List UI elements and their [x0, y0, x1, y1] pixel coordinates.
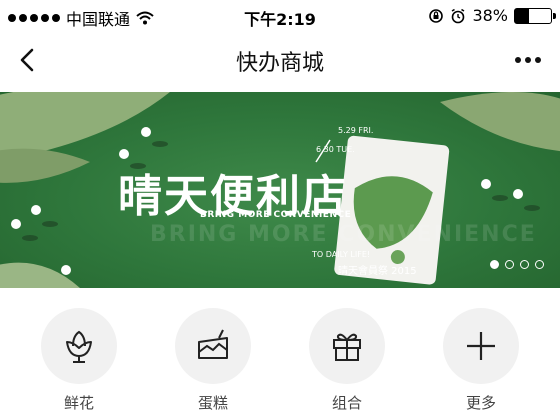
cake-icon [198, 329, 228, 359]
status-right: 38% [428, 6, 556, 25]
category-more-circle [443, 308, 519, 384]
flower-icon [66, 330, 92, 363]
banner-date-start: 5.29 FRI. [338, 126, 374, 135]
category-combos-circle [309, 308, 385, 384]
battery-icon [514, 7, 556, 24]
nav-bar: 快办商城 [0, 32, 560, 88]
carousel-dot[interactable] [520, 260, 529, 269]
category-more[interactable]: 更多 [436, 308, 526, 413]
category-cakes-circle [175, 308, 251, 384]
category-label: 更多 [465, 394, 496, 412]
category-label: 鲜花 [63, 394, 94, 412]
orientation-lock-icon [429, 8, 444, 23]
banner-tagline: TO DAILY LIFE! [312, 250, 371, 259]
more-dot [515, 57, 521, 63]
battery-percent: 38% [472, 6, 508, 25]
more-dot [525, 57, 531, 63]
more-button[interactable] [508, 42, 548, 78]
page-title: 快办商城 [235, 51, 324, 76]
category-flowers-circle [41, 308, 117, 384]
banner-event-name: 晴天會員祭 2015 [338, 266, 417, 277]
carousel-dot[interactable] [535, 260, 544, 269]
category-flowers[interactable]: 鲜花 [34, 308, 124, 413]
gift-icon [333, 333, 361, 361]
banner-subtitle-reflection: BRING MORE CONVENIENCE [150, 222, 537, 247]
carousel-dot[interactable] [505, 260, 514, 269]
alarm-icon [452, 8, 465, 23]
banner-subtitle: BRING MORE CONVENIENCE [200, 210, 352, 220]
battery-level [515, 8, 529, 23]
carousel-indicator[interactable] [490, 260, 544, 269]
more-dot [535, 57, 541, 63]
plus-icon [467, 332, 495, 360]
carousel-dot[interactable] [490, 260, 499, 269]
promo-banner[interactable]: 晴天便利店 BRING MORE CONVENIENCE BRING MORE … [0, 92, 560, 288]
category-cakes[interactable]: 蛋糕 [168, 308, 258, 413]
banner-dates: 5.29 FRI. 6.30 TUE. [316, 126, 373, 154]
category-label: 组合 [331, 394, 362, 412]
banner-date-end: 6.30 TUE. [316, 145, 355, 154]
status-bar: 中国联通 下午2:19 38% [0, 0, 560, 32]
category-row: 鲜花 蛋糕 组合 更多 [0, 292, 560, 420]
category-label: 蛋糕 [197, 394, 228, 412]
category-combos[interactable]: 组合 [302, 308, 392, 413]
